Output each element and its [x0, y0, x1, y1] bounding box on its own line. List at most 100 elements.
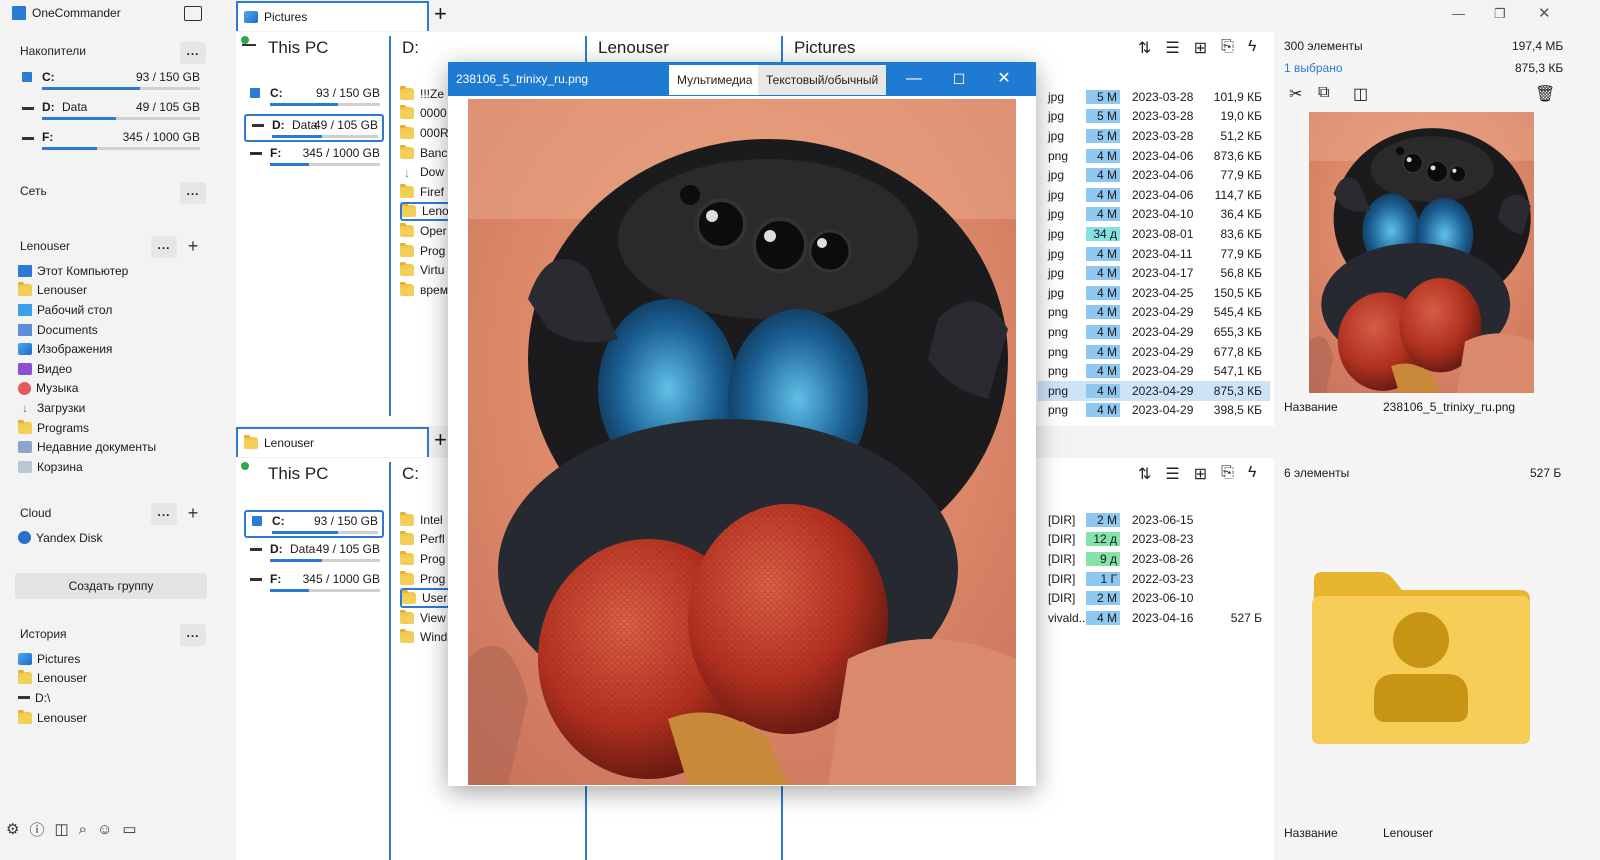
- clipboard-icon[interactable]: ⎘: [1221, 464, 1234, 484]
- details-view-icon[interactable]: ☰: [1165, 38, 1179, 58]
- compare-icon[interactable]: ◫: [1353, 84, 1368, 104]
- table-row[interactable]: [DIR] 12 д 2023-08-23: [1038, 530, 1270, 550]
- new-window-icon[interactable]: [184, 6, 202, 21]
- details-view-icon[interactable]: ☰: [1165, 464, 1179, 484]
- sidebar-drive-d[interactable]: D: Data 49 / 105 GB: [20, 100, 206, 130]
- list-item[interactable]: врем: [400, 280, 450, 300]
- pane-drive-d[interactable]: D: Data 49 / 105 GB: [244, 114, 384, 142]
- tab-multimedia[interactable]: Мультимедиа: [669, 65, 761, 95]
- table-row-selected[interactable]: png 4 М 2023-04-29 875,3 КБ: [1038, 380, 1270, 401]
- sidebar-drive-c[interactable]: C: 93 / 150 GB: [20, 70, 206, 100]
- table-row[interactable]: jpg 5 М 2023-03-28 51,2 КБ: [1038, 126, 1270, 146]
- copy-icon[interactable]: ⧉: [1318, 84, 1329, 102]
- history-item-d[interactable]: D:\: [18, 688, 208, 708]
- list-item[interactable]: Wind: [400, 628, 450, 648]
- list-item[interactable]: ↓ Dow: [400, 162, 450, 182]
- user-more-button[interactable]: ...: [151, 236, 177, 258]
- drives-more-button[interactable]: ...: [180, 42, 206, 64]
- sidebar-item-music[interactable]: Музыка: [18, 379, 208, 399]
- sidebar-item-video[interactable]: Видео: [18, 359, 208, 379]
- table-row[interactable]: jpg 5 М 2023-03-28 101,9 КБ: [1038, 87, 1270, 107]
- table-row[interactable]: png 4 М 2023-04-29 547,1 КБ: [1038, 361, 1270, 381]
- pane-drive-c[interactable]: C: 93 / 150 GB: [244, 510, 384, 538]
- sidebar-drive-f[interactable]: F: 345 / 1000 GB: [20, 130, 206, 160]
- new-tab-button-bottom[interactable]: +: [434, 428, 447, 452]
- table-row[interactable]: png 4 М 2023-04-29 398,5 КБ: [1038, 401, 1270, 421]
- network-more-button[interactable]: ...: [180, 182, 206, 204]
- close-button[interactable]: ✕: [1538, 4, 1551, 22]
- clipboard-icon[interactable]: ⎘: [1221, 38, 1234, 58]
- pane-drive-f[interactable]: F: 345 / 1000 GB: [244, 570, 384, 598]
- table-row[interactable]: [DIR] 2 М 2023-06-10: [1038, 588, 1270, 608]
- table-row[interactable]: png 4 М 2023-04-29 677,8 КБ: [1038, 342, 1270, 362]
- table-row[interactable]: jpg 4 М 2023-04-17 56,8 КБ: [1038, 263, 1270, 283]
- table-row[interactable]: png 4 М 2023-04-29 655,3 КБ: [1038, 322, 1270, 342]
- sort-icon[interactable]: ⇅: [1138, 464, 1151, 484]
- list-item[interactable]: Prog: [400, 569, 450, 589]
- table-row[interactable]: png 4 М 2023-04-06 873,6 КБ: [1038, 146, 1270, 166]
- pane-drive-c[interactable]: C: 93 / 150 GB: [244, 84, 384, 112]
- list-item[interactable]: 0000: [400, 104, 450, 124]
- list-item[interactable]: Firef: [400, 182, 450, 202]
- new-tab-button[interactable]: +: [434, 2, 447, 26]
- sidebar-item-yandex-disk[interactable]: Yandex Disk: [18, 528, 208, 548]
- pane-drive-d[interactable]: D: Data 49 / 105 GB: [244, 540, 384, 568]
- table-row[interactable]: jpg 34 д 2023-08-01 83,6 КБ: [1038, 224, 1270, 244]
- sidebar-item-lenouser[interactable]: Lenouser: [18, 281, 208, 301]
- table-row[interactable]: vivald... 4 М 2023-04-16 527 Б: [1038, 608, 1270, 628]
- cloud-more-button[interactable]: ...: [151, 503, 177, 525]
- sidebar-item-recent[interactable]: Недавние документы: [18, 437, 208, 457]
- tab-lenouser[interactable]: Lenouser: [236, 427, 429, 457]
- list-item[interactable]: Prog: [400, 241, 450, 261]
- settings-icon[interactable]: ⚙: [6, 820, 19, 838]
- sort-icon[interactable]: ⇅: [1138, 38, 1151, 58]
- list-item[interactable]: Perfl: [400, 530, 450, 550]
- history-item-lenouser[interactable]: Lenouser: [18, 669, 208, 689]
- list-item[interactable]: Virtu: [400, 260, 450, 280]
- table-row[interactable]: jpg 5 М 2023-03-28 19,0 КБ: [1038, 107, 1270, 127]
- table-row[interactable]: [DIR] 2 М 2023-06-15: [1038, 510, 1270, 530]
- table-row[interactable]: jpg 4 М 2023-04-06 77,9 КБ: [1038, 165, 1270, 185]
- list-item[interactable]: Banc: [400, 143, 450, 163]
- viewer-titlebar[interactable]: 238106_5_trinixy_ru.png Мультимедиа Текс…: [448, 62, 1036, 96]
- table-row[interactable]: jpg 4 М 2023-04-06 114,7 КБ: [1038, 185, 1270, 205]
- viewer-minimize-button[interactable]: —: [892, 66, 936, 92]
- list-item[interactable]: 000R: [400, 123, 450, 143]
- maximize-button[interactable]: ❐: [1494, 6, 1506, 22]
- list-item[interactable]: Prog: [400, 549, 450, 569]
- image-viewer-window[interactable]: 238106_5_trinixy_ru.png Мультимедиа Текс…: [448, 62, 1036, 786]
- sidebar-item-pictures[interactable]: Изображения: [18, 339, 208, 359]
- sidebar-item-programs[interactable]: Programs: [18, 418, 208, 438]
- list-item[interactable]: View: [400, 608, 450, 628]
- layout-icon[interactable]: ◫: [54, 820, 68, 838]
- flash-icon[interactable]: ϟ: [1248, 38, 1256, 58]
- table-row[interactable]: [DIR] 9 д 2023-08-26: [1038, 549, 1270, 569]
- pane-drive-f[interactable]: F: 345 / 1000 GB: [244, 144, 384, 172]
- tab-text-plain[interactable]: Текстовый/обычный: [758, 65, 887, 95]
- search-icon[interactable]: ⌕: [79, 821, 87, 838]
- flash-icon[interactable]: ϟ: [1248, 464, 1256, 484]
- list-item[interactable]: Oper: [400, 221, 450, 241]
- list-item-selected[interactable]: Leno: [400, 201, 450, 222]
- list-item[interactable]: !!!Ze: [400, 84, 450, 104]
- user-icon[interactable]: ☺: [97, 821, 112, 838]
- list-item[interactable]: Intel: [400, 510, 450, 530]
- table-row[interactable]: png 4 М 2023-04-29 545,4 КБ: [1038, 303, 1270, 323]
- cut-icon[interactable]: ✂: [1289, 84, 1302, 104]
- viewer-close-button[interactable]: ✕: [982, 66, 1026, 92]
- sidebar-item-documents[interactable]: Documents: [18, 320, 208, 340]
- create-group-button[interactable]: Создать группу: [15, 573, 207, 599]
- tab-pictures[interactable]: Pictures: [236, 1, 429, 31]
- table-row[interactable]: jpg 4 М 2023-04-25 150,5 КБ: [1038, 283, 1270, 303]
- sidebar-item-recycle-bin[interactable]: Корзина: [18, 457, 208, 477]
- delete-icon[interactable]: 🗑: [1535, 84, 1555, 104]
- info-icon[interactable]: ⓘ: [29, 819, 44, 840]
- history-item-lenouser-2[interactable]: Lenouser: [18, 708, 208, 728]
- user-add-button[interactable]: +: [182, 236, 204, 258]
- menu-icon[interactable]: [242, 44, 256, 46]
- new-item-icon[interactable]: ⊞: [1194, 464, 1207, 484]
- history-more-button[interactable]: ...: [180, 624, 206, 646]
- cloud-add-button[interactable]: +: [182, 503, 204, 525]
- viewer-maximize-button[interactable]: ☐: [937, 66, 981, 92]
- sidebar-item-this-pc[interactable]: Этот Компьютер: [18, 261, 208, 281]
